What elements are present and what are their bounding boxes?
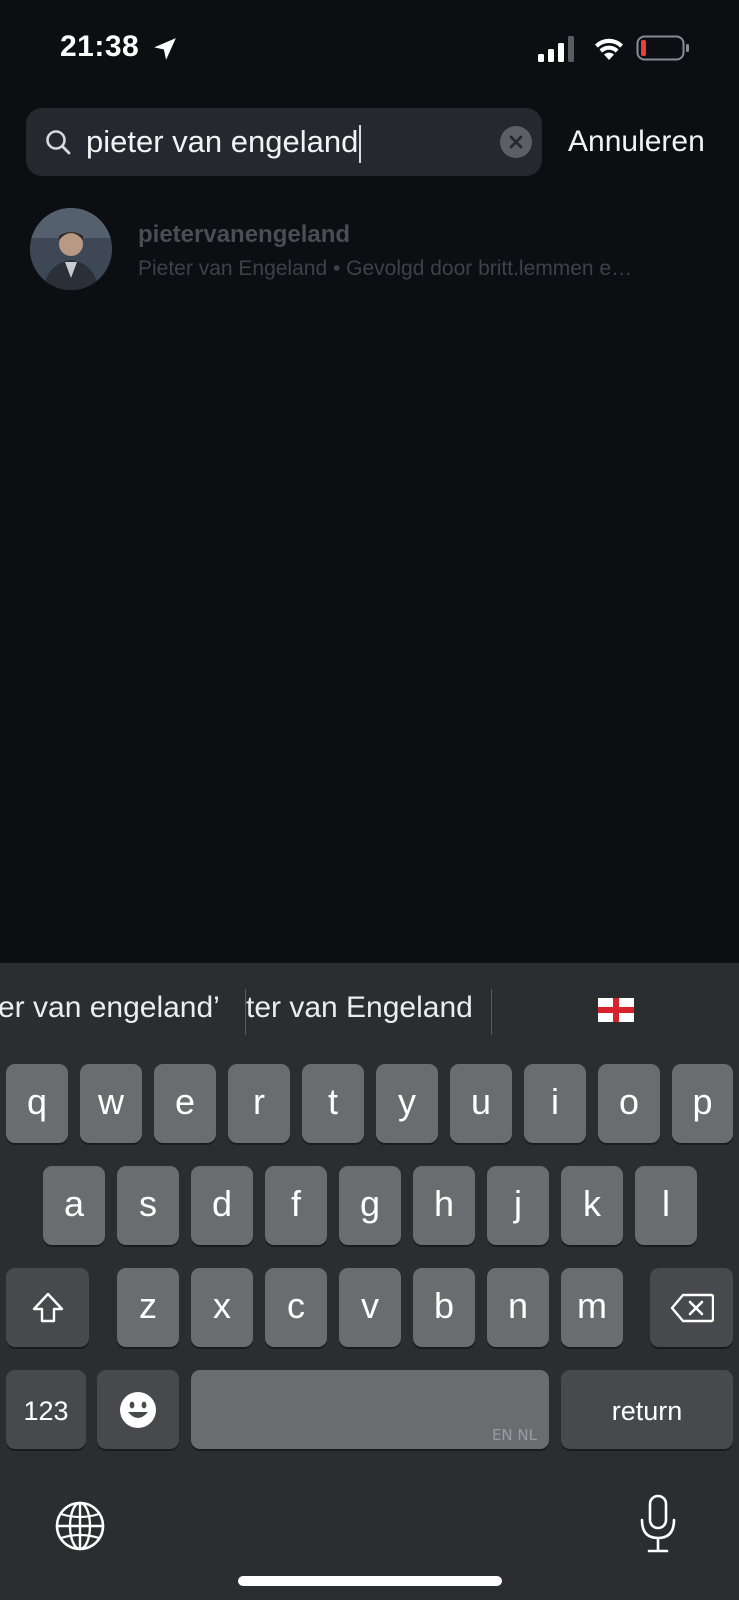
suggestion-divider [491,989,492,1035]
suggestion-bar: er van engeland’ ter van Engeland [0,963,739,1063]
avatar [30,208,112,290]
key-t[interactable]: t [302,1064,364,1143]
key-a[interactable]: a [43,1166,105,1245]
england-flag-icon[interactable] [598,998,634,1022]
key-f[interactable]: f [265,1166,327,1245]
search-input[interactable]: pieter van engeland [86,108,362,176]
key-k[interactable]: k [561,1166,623,1245]
return-key[interactable]: return [561,1370,733,1449]
clear-search-icon[interactable] [500,126,532,158]
shift-icon [32,1292,63,1322]
wifi-icon [595,38,623,60]
result-subtitle: Pieter van Engeland • Gevolgd door britt… [138,257,633,280]
backspace-key[interactable] [650,1268,733,1347]
key-c[interactable]: c [265,1268,327,1347]
search-result-row[interactable]: pietervanengeland Pieter van Engeland • … [0,205,739,291]
key-s[interactable]: s [117,1166,179,1245]
key-e[interactable]: e [154,1064,216,1143]
key-g[interactable]: g [339,1166,401,1245]
search-icon [46,130,71,155]
microphone-icon[interactable] [636,1494,680,1554]
cancel-button[interactable]: Annuleren [568,108,705,176]
text-caret [359,124,362,163]
suggestion-1[interactable]: er van engeland’ [0,991,220,1025]
backspace-icon [670,1293,714,1322]
battery-low-icon [636,35,689,61]
key-w[interactable]: w [80,1064,142,1143]
key-d[interactable]: d [191,1166,253,1245]
key-h[interactable]: h [413,1166,475,1245]
key-l[interactable]: l [635,1166,697,1245]
space-key[interactable]: EN NL [191,1370,549,1449]
key-x[interactable]: x [191,1268,253,1347]
key-q[interactable]: q [6,1064,68,1143]
key-v[interactable]: v [339,1268,401,1347]
key-b[interactable]: b [413,1268,475,1347]
numbers-key-label: 123 [23,1396,69,1426]
status-bar: 21:38 [0,0,739,90]
key-i[interactable]: i [524,1064,586,1143]
return-key-label: return [611,1396,683,1426]
key-n[interactable]: n [487,1268,549,1347]
numbers-key[interactable]: 123 [6,1370,86,1449]
key-z[interactable]: z [117,1268,179,1347]
emoji-icon [120,1391,156,1428]
key-j[interactable]: j [487,1166,549,1245]
key-o[interactable]: o [598,1064,660,1143]
key-p[interactable]: p [672,1064,733,1143]
cellular-signal-icon [538,36,574,62]
emoji-key[interactable] [97,1370,179,1449]
location-arrow-icon [154,38,176,60]
keyboard: er van engeland’ ter van Engeland q w e … [0,963,739,1600]
key-r[interactable]: r [228,1064,290,1143]
globe-icon[interactable] [54,1500,106,1552]
key-y[interactable]: y [376,1064,438,1143]
search-field[interactable]: pieter van engeland [26,108,542,176]
key-m[interactable]: m [561,1268,623,1347]
search-input-text: pieter van engeland [86,124,359,159]
home-indicator[interactable] [238,1576,502,1586]
suggestion-2[interactable]: ter van Engeland [246,991,473,1025]
result-username: pietervanengeland [138,221,351,248]
shift-key[interactable] [6,1268,89,1347]
space-lang-label: EN NL [491,1426,537,1444]
key-u[interactable]: u [450,1064,512,1143]
status-time: 21:38 [60,30,140,63]
